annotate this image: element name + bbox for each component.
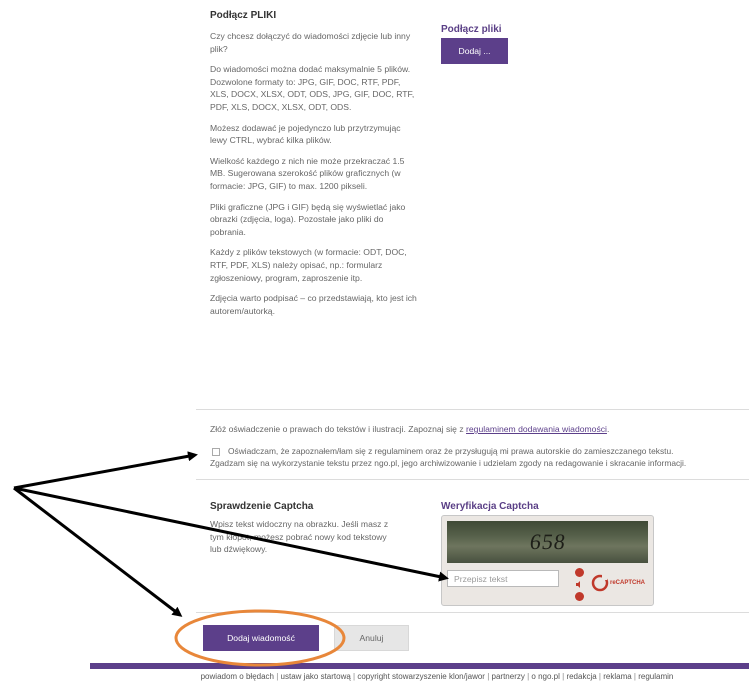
divider [196,479,749,480]
captcha-desc-line: Wpisz tekst widoczny na obrazku. Jeśli m… [210,519,389,529]
refresh-icon[interactable] [574,568,584,577]
files-description: Czy chcesz dołączyć do wiadomości zdjęci… [210,30,420,317]
footer-link[interactable]: powiadom o błędach [201,672,274,681]
rights-intro: Złóż oświadczenie o prawach do tekstów i… [210,424,609,434]
rights-declaration-cont: Zgadzam się na wykorzystanie tekstu prze… [210,457,686,469]
files-paragraph: Czy chcesz dołączyć do wiadomości zdjęci… [210,31,411,54]
footer-link[interactable]: ustaw jako startową [281,672,351,681]
files-paragraph: Każdy z plików tekstowych (w formacie: O… [210,247,407,283]
footer-link[interactable]: copyright stowarzyszenie klon/jawor [357,672,485,681]
rights-checkbox[interactable] [212,448,220,456]
files-paragraph: Do wiadomości można dodać maksymalnie 5 … [210,64,415,112]
files-paragraph: Wielkość każdego z nich nie może przekra… [210,155,405,191]
files-paragraph: Pliki graficzne (JPG i GIF) będą się wyś… [210,201,406,237]
regulations-link[interactable]: regulaminem dodawania wiadomości [466,424,607,434]
arrow-to-checkbox [13,451,198,490]
declaration-line: Zgadzam się na wykorzystanie tekstu prze… [210,458,687,468]
files-paragraph: Zdjęcia warto podpisać – co przedstawiaj… [210,293,417,316]
files-section-title: Podłącz PLIKI [210,10,277,21]
declaration-line: Oświadczam, że zapoznałem/łam się z regu… [228,446,674,456]
arrow-to-submit [13,486,183,617]
rights-declaration: Oświadczam, że zapoznałem/łam się z regu… [228,445,673,457]
captcha-controls [573,568,585,604]
recaptcha-widget: 658 Przepisz tekst reCAPTCHA [441,515,654,606]
captcha-desc-line: tym kłopot, możesz pobrać nowy kod tekst… [210,531,387,542]
footer-links: powiadom o błędach | ustaw jako startową… [200,672,674,681]
add-file-button[interactable]: Dodaj ... [441,38,508,64]
files-paragraph: Możesz dodawać je pojedynczo lub przytrz… [210,122,401,146]
captcha-section-title: Sprawdzenie Captcha [210,501,314,512]
rights-intro-suffix: . [606,424,610,434]
rights-intro-text: Złóż oświadczenie o prawach do tekstów i… [210,424,467,434]
audio-icon[interactable] [575,580,584,589]
captcha-input[interactable]: Przepisz tekst [447,570,559,587]
submit-button[interactable]: Dodaj wiadomość [203,625,319,651]
cancel-button[interactable]: Anuluj [334,625,409,651]
captcha-verification-title: Weryfikacja Captcha [441,501,539,512]
footer-link[interactable]: redakcja [566,672,596,681]
divider [196,409,749,410]
divider [196,612,749,613]
recaptcha-logo-icon [591,574,609,592]
captcha-image: 658 [447,521,648,563]
help-icon[interactable] [574,592,584,601]
captcha-image-text: 658 [527,529,568,554]
footer-link[interactable]: regulamin [638,672,673,681]
recaptcha-logo: reCAPTCHA [591,571,649,595]
footer-bar [90,663,749,669]
captcha-description: Wpisz tekst widoczny na obrazku. Jeśli m… [210,518,388,556]
recaptcha-logo-text: reCAPTCHA [610,580,646,586]
footer-link[interactable]: o ngo.pl [531,672,559,681]
footer-link[interactable]: partnerzy [492,672,525,681]
footer-link[interactable]: reklama [603,672,631,681]
upload-files-title: Podłącz pliki [441,24,502,35]
captcha-desc-line: lub dźwiękowy. [210,544,268,555]
